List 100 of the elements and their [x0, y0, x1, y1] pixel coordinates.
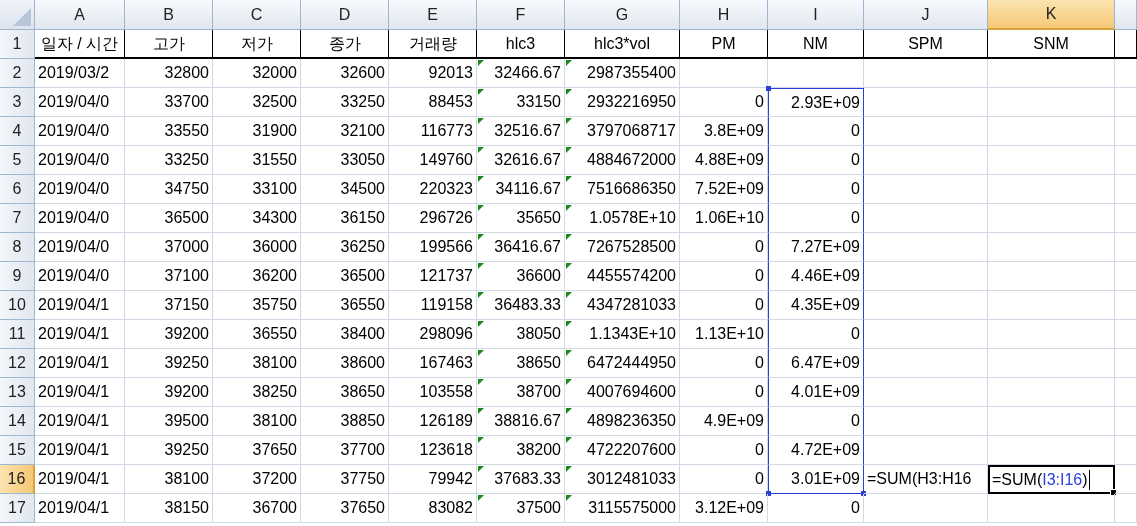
table-cell: 0	[755, 353, 764, 373]
column-header[interactable]: J	[864, 0, 988, 30]
table-cell: 35650	[516, 208, 561, 228]
column-header[interactable]: K	[988, 0, 1115, 30]
table-cell: 0	[755, 440, 764, 460]
table-cell: 123618	[419, 440, 473, 460]
table-cell: 4722207600	[587, 440, 676, 460]
table-cell: 36550	[252, 324, 297, 344]
table-cell: 33700	[164, 92, 209, 112]
row-header[interactable]: 8	[0, 233, 35, 262]
table-cell: 34116.67	[495, 179, 561, 199]
table-cell: 2019/04/1	[38, 411, 110, 431]
error-indicator-icon	[566, 89, 572, 95]
fill-handle[interactable]	[1110, 489, 1117, 496]
table-cell: 2987355400	[587, 63, 676, 83]
empty-cell	[1115, 378, 1137, 407]
table-cell: 36150	[340, 208, 385, 228]
row-header[interactable]: 12	[0, 349, 35, 378]
table-cell: 33550	[164, 121, 209, 141]
table-cell: 39500	[164, 411, 209, 431]
table-cell: 4898236350	[587, 411, 676, 431]
column-header[interactable]: E	[389, 0, 477, 30]
table-cell: 3797068717	[587, 121, 676, 141]
table-cell: 2019/04/1	[38, 440, 110, 460]
table-cell: 4884672000	[587, 150, 676, 170]
empty-cell	[1115, 349, 1137, 378]
column-header[interactable]: A	[35, 0, 125, 30]
table-cell: 33050	[340, 150, 385, 170]
table-cell: 0	[755, 237, 764, 257]
table-cell: 0	[851, 498, 860, 518]
column-header[interactable]: C	[213, 0, 301, 30]
error-indicator-icon	[566, 60, 572, 66]
row-header[interactable]: 13	[0, 378, 35, 407]
column-header[interactable]: I	[768, 0, 864, 30]
table-cell: 33100	[252, 179, 297, 199]
empty-cell	[1115, 204, 1137, 233]
table-cell: 32000	[252, 63, 297, 83]
row-header[interactable]: 14	[0, 407, 35, 436]
empty-cell	[1115, 59, 1137, 88]
column-header[interactable]: G	[565, 0, 680, 30]
empty-cell	[1115, 320, 1137, 349]
table-cell: 36500	[340, 266, 385, 286]
row-header[interactable]: 10	[0, 291, 35, 320]
column-header[interactable]: D	[301, 0, 389, 30]
row-header[interactable]: 3	[0, 88, 35, 117]
table-cell: 1.13E+10	[695, 324, 764, 344]
error-indicator-icon	[566, 437, 572, 443]
table-cell: 0	[851, 411, 860, 431]
row-header[interactable]: 5	[0, 146, 35, 175]
empty-cell	[1115, 291, 1137, 320]
row-header[interactable]: 16	[0, 465, 35, 494]
row-header[interactable]: 7	[0, 204, 35, 233]
table-cell: hlc3	[505, 33, 536, 54]
table-cell: 39200	[164, 382, 209, 402]
table-cell: 38650	[516, 353, 561, 373]
table-cell: 3.8E+09	[703, 121, 764, 141]
table-cell: 36483.33	[494, 295, 561, 315]
range-handle[interactable]	[861, 491, 866, 496]
table-cell: 103558	[419, 382, 473, 402]
table-cell: NM	[803, 33, 828, 54]
row-header[interactable]: 1	[0, 30, 35, 59]
row-header[interactable]: 9	[0, 262, 35, 291]
column-header[interactable]: H	[680, 0, 768, 30]
table-cell: 2019/04/0	[38, 208, 110, 228]
empty-cell	[1115, 436, 1137, 465]
table-cell: 126189	[419, 411, 473, 431]
empty-cell	[1115, 465, 1137, 494]
table-cell: 4455574200	[587, 266, 676, 286]
table-cell: 2019/04/1	[38, 469, 110, 489]
column-header[interactable]: F	[477, 0, 565, 30]
table-cell: 37650	[252, 440, 297, 460]
table-cell: 37000	[164, 237, 209, 257]
table-cell: 38816.67	[494, 411, 561, 431]
range-handle[interactable]	[766, 86, 771, 91]
row-header[interactable]: 4	[0, 117, 35, 146]
table-cell: =SUM(H3:H16	[867, 469, 972, 489]
table-cell: 4.46E+09	[791, 266, 860, 286]
table-cell: 36416.67	[494, 237, 561, 257]
row-header[interactable]: 15	[0, 436, 35, 465]
error-indicator-icon	[566, 495, 572, 501]
table-cell: 38200	[516, 440, 561, 460]
error-indicator-icon	[566, 321, 572, 327]
table-cell: 2019/04/0	[38, 92, 110, 112]
row-header[interactable]: 17	[0, 494, 35, 523]
table-cell: hlc3*vol	[594, 33, 650, 54]
table-cell: 32500	[252, 92, 297, 112]
table-cell: 7516686350	[587, 179, 676, 199]
table-cell: 0	[851, 208, 860, 228]
table-cell: 6.47E+09	[791, 353, 860, 373]
column-header[interactable]: B	[125, 0, 213, 30]
table-cell: 2932216950	[587, 92, 676, 112]
table-cell: 3.12E+09	[695, 498, 764, 518]
table-cell: 36600	[516, 266, 561, 286]
range-handle[interactable]	[766, 491, 771, 496]
row-header[interactable]: 2	[0, 59, 35, 88]
table-cell: 4347281033	[587, 295, 676, 315]
table-cell: 37650	[340, 498, 385, 518]
table-cell: 4.9E+09	[703, 411, 764, 431]
row-header[interactable]: 6	[0, 175, 35, 204]
row-header[interactable]: 11	[0, 320, 35, 349]
